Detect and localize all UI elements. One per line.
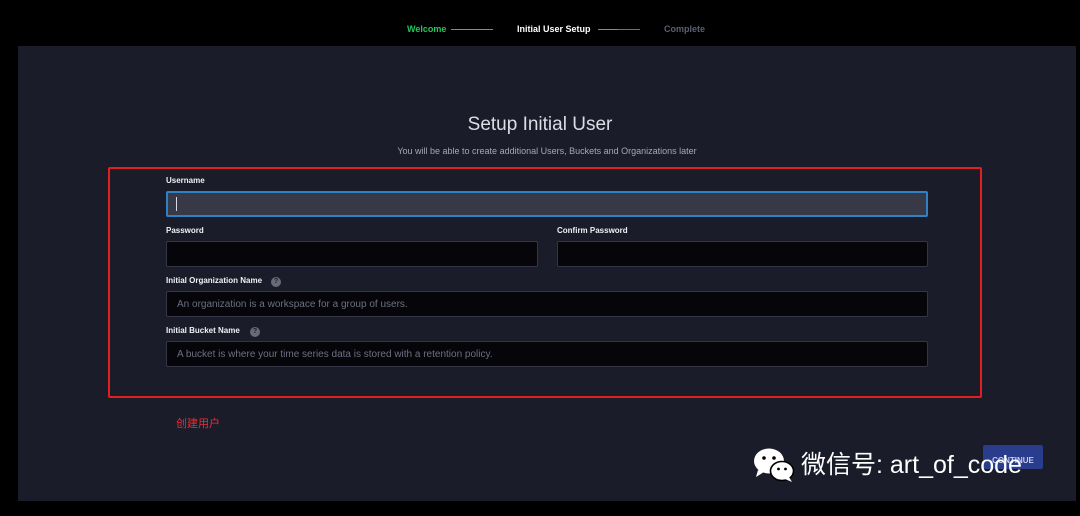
- wechat-logo-icon: [754, 448, 795, 482]
- wechat-watermark: 微信号: art_of_code: [752, 446, 1052, 486]
- watermark-text: 微信号: art_of_code: [801, 451, 1022, 479]
- bucket-name-label: Initial Bucket Name: [166, 326, 240, 335]
- bucket-name-input[interactable]: [166, 341, 928, 367]
- step-complete: Complete: [664, 24, 706, 34]
- username-input[interactable]: [166, 191, 928, 217]
- password-label: Password: [166, 226, 204, 235]
- org-name-label: Initial Organization Name: [166, 276, 263, 285]
- step-connector: [451, 29, 493, 30]
- password-input[interactable]: [166, 241, 538, 267]
- step-welcome: Welcome: [407, 24, 447, 34]
- page-title: Setup Initial User: [467, 114, 613, 135]
- confirm-password-input[interactable]: [557, 241, 928, 267]
- setup-stepper: Welcome Initial User Setup Complete: [0, 0, 1080, 46]
- step-initial-user-setup: Initial User Setup: [517, 24, 591, 34]
- annotation-text: 创建用户: [176, 418, 220, 430]
- page-subtitle: You will be able to create additional Us…: [397, 146, 697, 156]
- confirm-password-label: Confirm Password: [557, 226, 628, 235]
- step-connector: [618, 29, 640, 30]
- step-progress-connector: [598, 29, 618, 30]
- username-label: Username: [166, 176, 205, 185]
- help-icon[interactable]: ?: [250, 327, 260, 337]
- org-name-input[interactable]: [166, 291, 928, 317]
- help-icon[interactable]: ?: [271, 277, 281, 287]
- text-cursor: [176, 197, 177, 211]
